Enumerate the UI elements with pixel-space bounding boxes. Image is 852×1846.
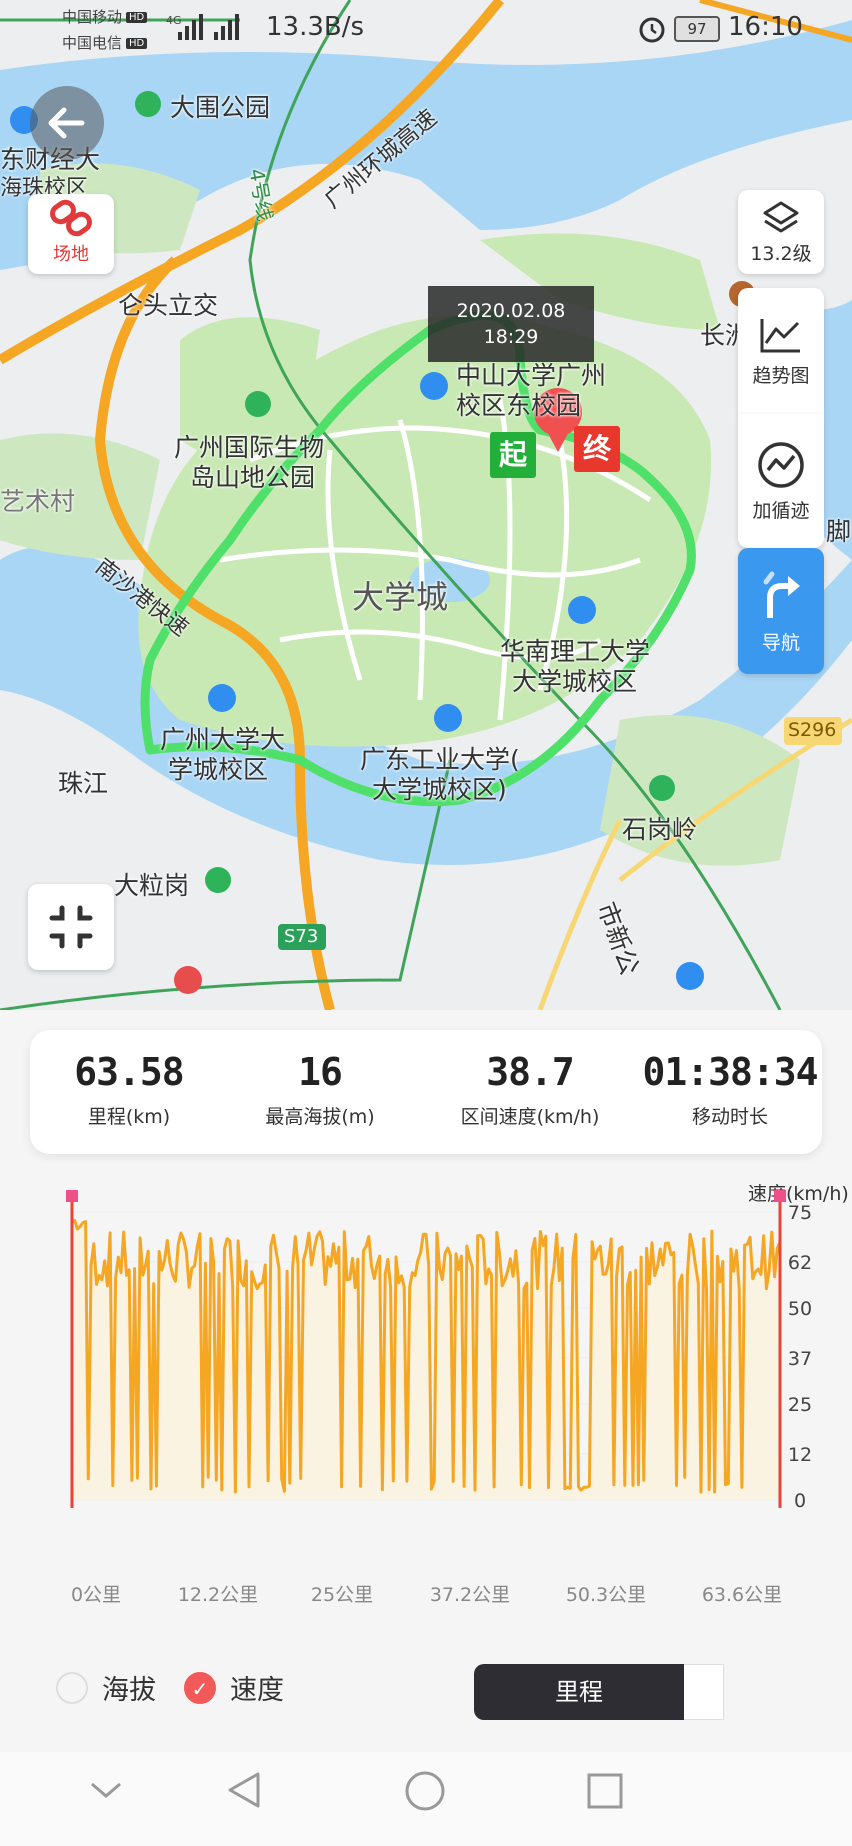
map-canvas	[0, 0, 852, 1010]
battery-indicator: 97	[674, 16, 720, 42]
map-label-sysu-campus: 校区东校园	[456, 391, 582, 420]
x-tick-label: 0公里	[71, 1584, 121, 1606]
loop-track-icon	[758, 441, 804, 488]
tooltip-date: 2020.02.08	[456, 300, 566, 322]
road-badge-s296: S296	[788, 719, 837, 741]
y-tick-label: 12	[788, 1444, 812, 1466]
link-icon	[50, 199, 92, 237]
home-circle-icon[interactable]	[402, 1768, 448, 1814]
mileage-toggle[interactable]: 里程	[474, 1664, 684, 1720]
trend-chart-icon	[760, 318, 800, 352]
x-tick-label: 63.6公里	[702, 1584, 782, 1606]
back-arrow-icon	[48, 107, 85, 139]
layers-icon	[763, 201, 799, 232]
stat-speed: 38.7 区间速度(km/h)	[420, 1050, 640, 1129]
stats-card: 63.58 里程(km) 16 最高海拔(m) 38.7 区间速度(km/h) …	[30, 1030, 822, 1154]
navigate-button[interactable]: 导航	[738, 548, 824, 674]
map-label-gdut-campus: 大学城校区)	[372, 775, 507, 804]
tooltip-time: 18:29	[483, 326, 539, 348]
legend-speed[interactable]: ✓ 速度	[184, 1668, 284, 1707]
trend-chart-label: 趋势图	[752, 364, 810, 387]
y-tick-label: 0	[794, 1490, 806, 1512]
map-label-scut-campus: 大学城校区	[512, 667, 638, 696]
map-label-interchange: 仑头立交	[118, 291, 219, 320]
collapse-map-button[interactable]	[28, 884, 114, 970]
speed-chart[interactable]: 速度(km/h)75625037251200公里 12.2公里 25公里 37.2公里…	[0, 1170, 852, 1630]
legend-elevation-label: 海拔	[102, 1675, 156, 1706]
back-triangle-icon[interactable]	[222, 1768, 266, 1812]
map-label-biopark-2: 岛山地公园	[190, 463, 316, 492]
stat-altitude-value: 16	[298, 1050, 343, 1094]
y-tick-label: 25	[788, 1394, 812, 1416]
map-view[interactable]: 大围公园 东财经大 海珠校区 广州环城高速 4号线 仑头立交 广州国际生物 岛山…	[0, 0, 852, 1010]
range-end-handle	[774, 1190, 786, 1202]
map-label-gzhu-campus: 学城校区	[168, 755, 269, 784]
system-nav-bar	[0, 1752, 852, 1846]
collapse-icon	[49, 905, 93, 949]
zoom-level-label: 13.2级	[750, 242, 812, 265]
venue-button[interactable]: 场地	[28, 194, 114, 274]
stat-duration: 01:38:34 移动时长	[640, 1050, 820, 1129]
x-tick-label: 25公里	[311, 1584, 373, 1606]
stat-distance: 63.58 里程(km)	[44, 1050, 214, 1129]
range-start-handle	[66, 1190, 78, 1202]
x-tick-label: 50.3公里	[566, 1584, 646, 1606]
status-bar: 中国移动 HD 中国电信 HD 4G 13.3B/s 97 16:10	[0, 0, 852, 60]
back-button[interactable]	[30, 86, 104, 160]
clock: 16:10	[728, 12, 803, 42]
alarm-icon	[639, 17, 665, 43]
x-tick-label: 12.2公里	[178, 1584, 258, 1606]
stat-altitude-label: 最高海拔(m)	[265, 1106, 375, 1128]
map-label-pearl-river: 珠江	[58, 769, 109, 798]
start-tag: 起	[490, 432, 536, 478]
map-label-park: 大围公园	[170, 93, 271, 122]
elevation-radio[interactable]	[56, 1671, 88, 1704]
layers-button[interactable]: 13.2级	[738, 190, 824, 274]
map-label-art-village: 艺术村	[0, 487, 76, 516]
carrier-2: 中国电信 HD	[62, 32, 148, 53]
map-tools-panel: 13.2级 趋势图 加循迹 导航	[738, 190, 824, 674]
time-toggle[interactable]	[684, 1664, 724, 1720]
stat-duration-value: 01:38:34	[642, 1050, 818, 1094]
trend-chart-button[interactable]: 趋势图	[738, 288, 824, 414]
add-loop-label: 加循迹	[752, 499, 810, 522]
road-badge-s73: S73	[284, 926, 319, 947]
map-label-daxuecheng: 大学城	[352, 578, 449, 616]
legend-elevation[interactable]: 海拔	[56, 1668, 156, 1707]
venue-label: 场地	[53, 244, 89, 265]
navigate-label: 导航	[761, 631, 800, 654]
x-tick-label: 37.2公里	[430, 1584, 510, 1606]
map-label-jiao: 脚	[826, 517, 852, 546]
stat-distance-label: 里程(km)	[87, 1106, 171, 1128]
network-speed: 13.3B/s	[266, 12, 365, 42]
signal-icon	[178, 14, 239, 40]
stat-speed-label: 区间速度(km/h)	[460, 1106, 600, 1128]
add-loop-button[interactable]: 加循迹	[738, 414, 824, 548]
stat-distance-value: 63.58	[74, 1050, 184, 1094]
stat-duration-label: 移动时长	[691, 1106, 768, 1128]
end-tag: 终	[574, 426, 620, 472]
speed-checkbox[interactable]: ✓	[184, 1671, 216, 1704]
y-tick-label: 75	[788, 1202, 812, 1224]
track-time-tooltip: 2020.02.08 18:29	[428, 286, 594, 362]
map-label-shigangling: 石岗岭	[622, 815, 698, 844]
turn-right-icon	[763, 571, 800, 618]
recents-square-icon[interactable]	[584, 1770, 626, 1812]
legend-speed-label: 速度	[230, 1675, 284, 1706]
y-tick-label: 37	[788, 1348, 812, 1370]
collapse-down-icon[interactable]	[88, 1778, 124, 1802]
y-tick-label: 50	[788, 1298, 812, 1320]
map-label-daligang: 大粒岗	[114, 871, 190, 900]
carrier-1: 中国移动 HD	[62, 6, 148, 27]
stat-speed-value: 38.7	[486, 1050, 575, 1094]
stat-altitude: 16 最高海拔(m)	[220, 1050, 420, 1129]
y-tick-label: 62	[788, 1252, 812, 1274]
